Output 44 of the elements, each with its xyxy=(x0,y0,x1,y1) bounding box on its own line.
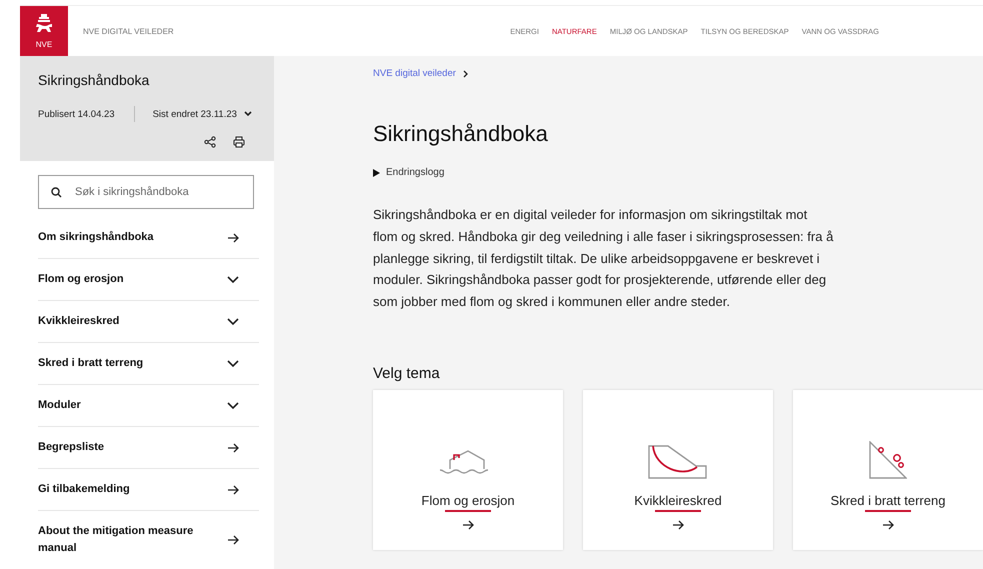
chevron-down-icon xyxy=(227,402,239,410)
sidebar-item[interactable]: Begrepsliste xyxy=(38,427,259,469)
logo-text: NVE xyxy=(36,40,52,48)
rockfall-slope-icon xyxy=(869,441,907,480)
topic-card[interactable]: Skred i bratt terreng xyxy=(793,390,983,550)
logo[interactable]: NVE xyxy=(20,6,68,56)
chevron-down-icon xyxy=(227,360,239,368)
sidebar-item[interactable]: Moduler xyxy=(38,385,259,427)
clay-slope-icon xyxy=(648,445,708,480)
arrow-right-icon xyxy=(228,232,239,242)
intro-paragraph: Sikringshåndboka er en digital veileder for informasjon om sikringstiltak mot flom og skred. Håndboka gir deg veiledning i alle faser i sikringsprosessen: fra å planlegge sikring, til ferdigstilt tiltak. De ulike arbeidsoppgavene er beskrevet i moduler. Sikringshåndboka passer godt for prosjekterende, utførende eller deg som jobber med flom og skred i kommunen eller andre steder. xyxy=(373,206,834,312)
arrow-right-icon xyxy=(672,520,684,530)
chevron-right-icon xyxy=(462,70,469,78)
card-title: Skred i bratt terreng xyxy=(830,493,946,508)
sidebar-item[interactable]: Gi tilbakemelding xyxy=(38,469,259,511)
arrow-right-icon xyxy=(228,442,239,452)
topic-card[interactable]: Kvikkleireskred xyxy=(583,390,773,550)
arrow-right-icon xyxy=(228,484,239,494)
chevron-down-icon xyxy=(227,276,239,284)
arrow-right-icon xyxy=(462,520,474,530)
changelog-toggle[interactable]: Endringslogg xyxy=(373,167,983,178)
page-title: Sikringshåndboka xyxy=(373,121,549,147)
arrow-right-icon xyxy=(882,520,894,530)
published-date: Publisert 14.04.23 xyxy=(38,108,115,120)
topic-card[interactable]: Flom og erosjon xyxy=(373,390,563,550)
site-title[interactable]: NVE DIGITAL VEILEDER xyxy=(83,26,174,36)
sidebar-item[interactable]: About the mitigation measure manual xyxy=(38,511,259,569)
search-field[interactable]: Søk i sikringshåndboka xyxy=(38,175,254,209)
breadcrumb-link[interactable]: NVE digital veileder xyxy=(373,68,456,79)
sidebar-item[interactable]: Skred i bratt terreng xyxy=(38,343,259,385)
triangle-right-icon xyxy=(373,168,380,176)
chevron-down-icon[interactable] xyxy=(244,111,252,117)
chevron-down-icon xyxy=(227,318,239,326)
sidebar-title: Sikringshåndboka xyxy=(38,72,150,88)
card-title: Kvikkleireskred xyxy=(634,493,722,508)
print-icon[interactable] xyxy=(233,136,245,148)
sidebar-item[interactable]: Kvikkleireskred xyxy=(38,301,259,343)
section-title: Velg tema xyxy=(373,364,441,382)
arrow-right-icon xyxy=(228,535,239,545)
card-title: Flom og erosjon xyxy=(421,493,515,508)
changed-date[interactable]: Sist endret 23.11.23 xyxy=(152,108,237,120)
sidebar-item[interactable]: Flom og erosjon xyxy=(38,259,259,301)
share-icon[interactable] xyxy=(204,136,216,148)
sidebar-item[interactable]: Om sikringshåndboka xyxy=(38,217,259,259)
